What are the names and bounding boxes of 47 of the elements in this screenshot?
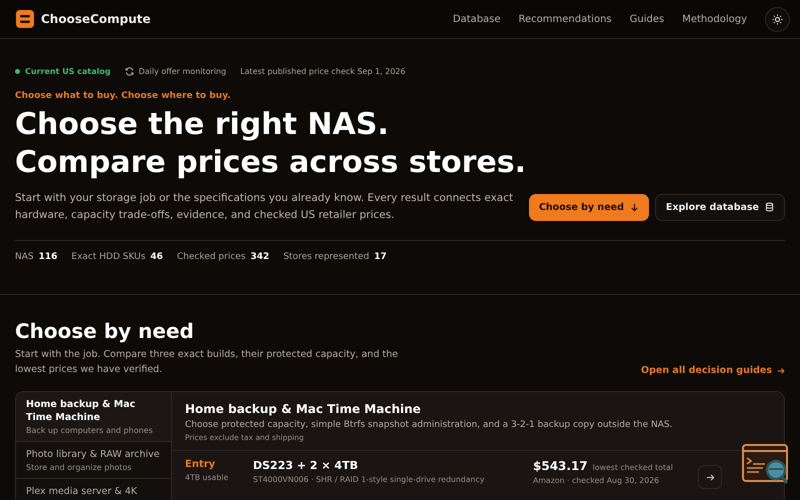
build-name: DS223 + 2 × 4TB (253, 459, 359, 472)
stat-value: 116 (38, 252, 58, 262)
browser-search-icon[interactable] (742, 444, 790, 486)
stat-value: 17 (374, 252, 387, 262)
sun-icon (772, 14, 783, 24)
stat-label: Stores represented (283, 252, 370, 262)
section-description: Start with the job. Compare three exact builds, their protected capacity, and the lowest prices we have verified. (15, 348, 399, 377)
open-build-button[interactable] (698, 465, 722, 489)
brand-name[interactable]: ChooseCompute (41, 12, 151, 26)
panel-description: Choose protected capacity, simple Btrfs snapshot administration, and a 3-2-1 backup copy outside the NAS. (185, 420, 674, 430)
nav-link[interactable]: Database (452, 14, 501, 24)
stat-label: Checked prices (176, 252, 246, 262)
panel-title: Home backup & Mac Time Machine (185, 402, 422, 416)
arrow-down-icon (630, 202, 639, 212)
explore-button[interactable]: Explore database (654, 194, 785, 220)
meta-text: Current US catalog (25, 67, 111, 76)
stat-value: 46 (150, 252, 163, 262)
eyebrow-text: Choose what to buy. Choose where to buy. (15, 91, 232, 101)
need-item[interactable]: Home backup & Mac Time Machine Back up computers and phones (16, 392, 171, 442)
hero-description: Start with your storage job or the specifications you already know. Every result connects exact hardware, capacity trade-offs, evidence, and checked US retailer prices. (15, 191, 514, 223)
hero-title: Choose the right NAS. Compare prices across stores. (15, 106, 527, 182)
stat-value: 342 (250, 252, 270, 262)
nav-link[interactable]: Methodology (682, 14, 747, 24)
nav-link[interactable]: Recommendations (518, 14, 612, 24)
stat-label: Exact HDD SKUs (71, 252, 146, 262)
price: $543.17 (533, 459, 588, 473)
tier-label: Entry (185, 459, 216, 470)
arrow-right-icon (777, 366, 785, 374)
need-item-title: Photo library & RAW archive (26, 448, 161, 461)
section-title: Choose by need (15, 319, 195, 343)
refresh-icon (124, 67, 134, 76)
theme-toggle-button[interactable] (765, 6, 790, 32)
meta-text: Latest published price check Sep 1, 2026 (240, 67, 406, 76)
need-item-title: Home backup & Mac Time Machine (26, 398, 136, 424)
need-item-title: Plex media server & 4K (26, 485, 138, 498)
choose-button[interactable]: Choose by need (528, 194, 649, 220)
need-item[interactable]: Photo library & RAW archive Store and organize photos (16, 442, 171, 479)
nav-link[interactable]: Guides (630, 14, 664, 24)
logo-icon (16, 10, 34, 28)
guides-link[interactable]: Open all decision guides (641, 365, 785, 376)
need-item-subtitle: Back up computers and phones (26, 426, 154, 435)
database-icon (765, 202, 774, 212)
need-item[interactable]: Plex media server & 4K (16, 479, 171, 500)
stat-label: NAS (15, 252, 34, 262)
arrow-right-icon (706, 472, 714, 482)
need-item-subtitle: Store and organize photos (26, 463, 133, 472)
meta-text: Daily offer monitoring (138, 67, 226, 76)
